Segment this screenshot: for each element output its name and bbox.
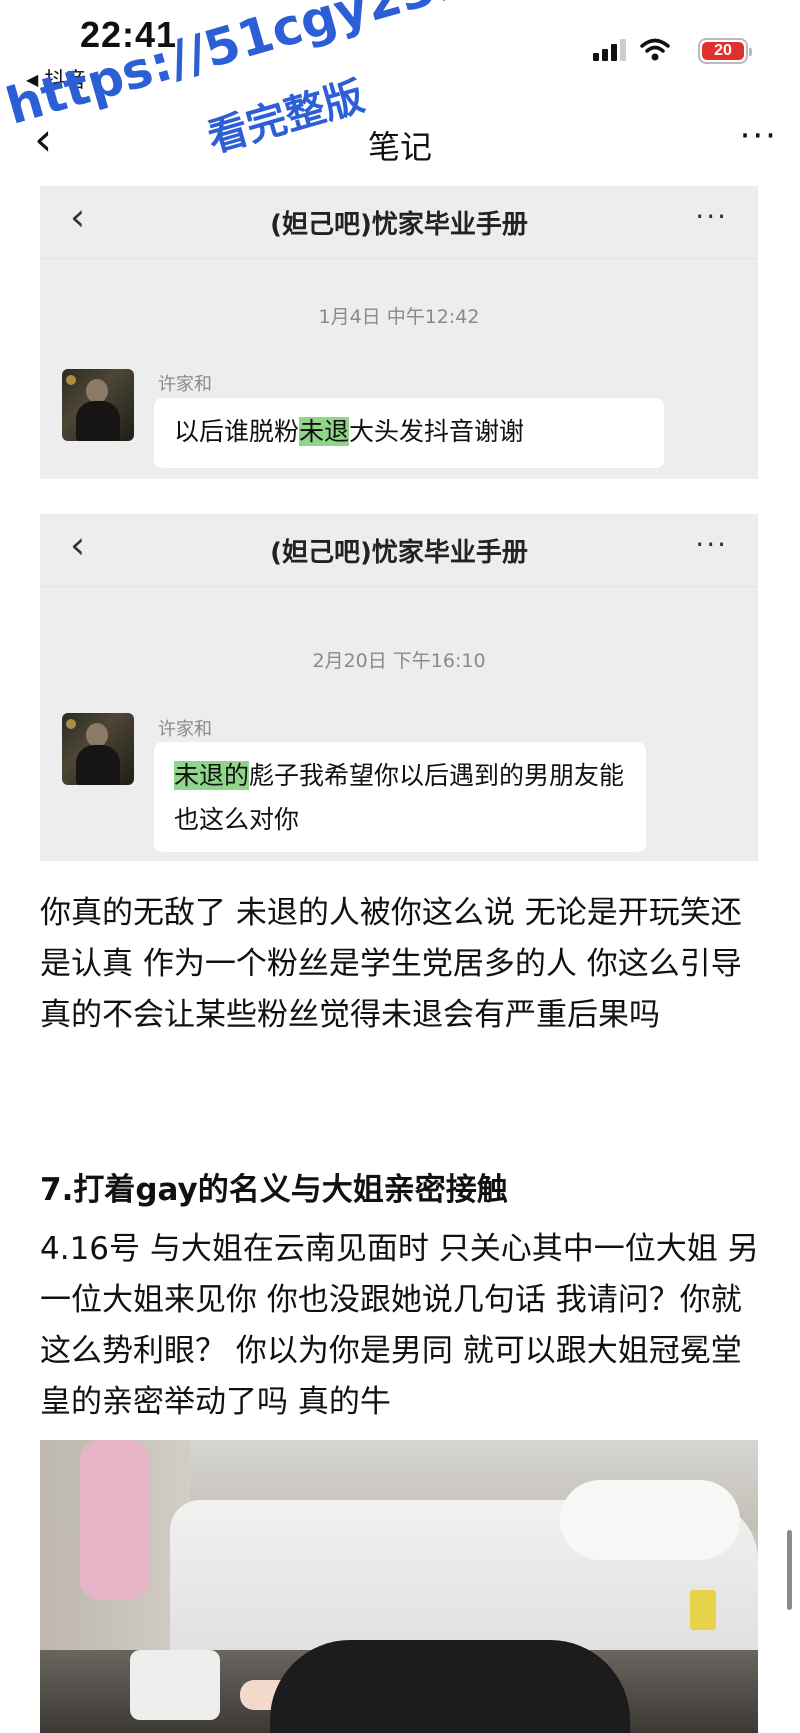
signal-icon [593, 39, 626, 61]
more-horizontal-icon[interactable]: ··· [740, 116, 778, 156]
chat-screenshot-2: ‹ (妲己吧)忧家毕业手册 ··· 2月20日 下午16:10 许家和 未退的彪… [40, 514, 758, 861]
chat-screenshot-1: ‹ (妲己吧)忧家毕业手册 ··· 1月4日 中午12:42 许家和 以后谁脱粉… [40, 186, 758, 479]
back-app-label: 抖音 [44, 68, 87, 92]
avatar [62, 369, 134, 441]
back-to-app-link[interactable]: ◀ 抖音 [26, 64, 86, 94]
message-highlight: 未退的 [174, 761, 250, 790]
chat-timestamp: 1月4日 中午12:42 [318, 306, 480, 328]
message-text: 以后谁脱粉 [174, 417, 300, 446]
article-paragraph-2: 4.16号 与大姐在云南见面时 只关心其中一位大姐 另一位大姐来见你 你也没跟她… [40, 1231, 759, 1420]
chat-more-icon: ··· [695, 528, 728, 561]
sender-name: 许家和 [158, 374, 212, 395]
article-photo[interactable] [40, 1440, 758, 1733]
battery-icon: 20 [698, 38, 752, 64]
sender-name: 许家和 [158, 719, 212, 740]
message-bubble: 未退的彪子我希望你以后遇到的男朋友能也这么对你 [154, 742, 646, 852]
system-icons [593, 38, 670, 62]
message-highlight: 未退 [299, 417, 350, 446]
status-bar: 22:41 ◀ 抖音 20 [0, 0, 800, 110]
message-text-rest: 大头发抖音谢谢 [349, 417, 525, 446]
article-paragraph-1: 你真的无敌了 未退的人被你这么说 无论是开玩笑还是认真 作为一个粉丝是学生党居多… [40, 895, 742, 1033]
chat-title: (妲己吧)忧家毕业手册 [270, 210, 528, 240]
chat-header: ‹ (妲己吧)忧家毕业手册 ··· [40, 514, 758, 587]
battery-level: 20 [702, 42, 744, 60]
status-time: 22:41 [80, 14, 178, 55]
message-bubble: 以后谁脱粉未退大头发抖音谢谢 [154, 398, 664, 468]
chat-title: (妲己吧)忧家毕业手册 [270, 538, 528, 568]
chat-more-icon: ··· [695, 200, 728, 233]
page-title: 笔记 [367, 128, 432, 166]
section-heading: 7.打着gay的名义与大姐亲密接触 [40, 1172, 508, 1208]
chat-header: ‹ (妲己吧)忧家毕业手册 ··· [40, 186, 758, 259]
avatar [62, 713, 134, 785]
scrollbar[interactable] [787, 1530, 792, 1610]
chat-timestamp: 2月20日 下午16:10 [312, 650, 486, 672]
nav-bar: ‹ 笔记 ··· [0, 112, 800, 176]
wifi-icon [640, 38, 670, 62]
back-triangle-icon: ◀ [26, 69, 39, 89]
